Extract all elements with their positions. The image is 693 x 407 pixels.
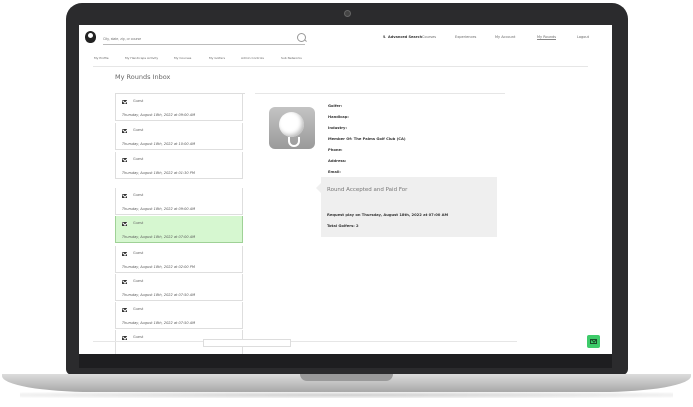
round-status-title: Round Accepted and Paid For <box>327 187 408 193</box>
golf-logo-icon[interactable] <box>85 31 96 43</box>
item-date: Thursday, August 18th, 2022 at 07:50 AM <box>122 293 196 297</box>
divider <box>255 93 505 94</box>
laptop-bezel <box>79 354 612 368</box>
item-date: Thursday, August 18th, 2022 at 09:00 AM <box>122 207 196 211</box>
item-from: Guest <box>133 128 144 132</box>
handicap-field: Handicap: <box>328 115 349 119</box>
subnav-sub-networks[interactable]: Sub Networks <box>281 56 302 60</box>
subnav-my-courses[interactable]: My Courses <box>174 56 191 60</box>
golfer-field: Golfer: <box>328 104 343 108</box>
envelope-icon <box>122 158 127 162</box>
divider <box>93 341 517 342</box>
laptop-notch <box>300 374 393 381</box>
round-status-panel: Round Accepted and Paid For Request play… <box>316 177 497 237</box>
envelope-icon <box>122 280 127 284</box>
envelope-icon <box>122 100 127 104</box>
inbox-item[interactable]: Guest Thursday, August 18th, 2022 at 01:… <box>115 152 243 179</box>
inbox-item[interactable]: Guest Thursday, August 18th, 2022 at 09:… <box>115 188 243 215</box>
inbox-item-selected[interactable]: Guest Thursday, August 18th, 2022 at 07:… <box>115 216 243 243</box>
rounds-inbox-list[interactable]: Guest Thursday, August 18th, 2022 at 09:… <box>115 93 245 354</box>
email-field: Email: <box>328 170 341 174</box>
golf-ball-icon <box>279 112 304 137</box>
tee-icon <box>288 137 300 147</box>
inbox-item[interactable]: Guest Thursday, August 18th, 2022 at 02:… <box>115 246 243 273</box>
filter-icon: ⇅ <box>383 35 386 39</box>
divider <box>93 66 588 67</box>
phone-field: Phone: <box>328 148 343 152</box>
item-from: Guest <box>133 279 144 283</box>
nav-my-account[interactable]: My Account <box>495 35 515 39</box>
subnav-my-profile[interactable]: My Profile <box>94 56 109 60</box>
item-date: Thursday, August 18th, 2022 at 10:00 AM <box>122 142 196 146</box>
item-from: Guest <box>133 157 144 161</box>
nav-logout[interactable]: Logout <box>577 35 589 39</box>
envelope-icon <box>122 336 127 340</box>
dropdown-popup[interactable] <box>203 339 291 347</box>
envelope-icon <box>122 194 127 198</box>
item-date: Thursday, August 18th, 2022 at 07:00 AM <box>122 235 196 239</box>
item-from: Guest <box>133 221 144 225</box>
member-of-field: Member Of: The Palms Golf Club (CA) <box>328 137 406 141</box>
search-bar <box>103 33 306 45</box>
message-button[interactable] <box>587 335 600 348</box>
inbox-item[interactable]: Guest Thursday, August 18th, 2022 at 07:… <box>115 302 243 329</box>
inbox-item[interactable]: Guest Thursday, August 18th, 2022 at 07:… <box>115 274 243 301</box>
industry-field: Industry: <box>328 126 347 130</box>
envelope-icon <box>122 252 127 256</box>
laptop-shadow <box>20 392 673 398</box>
item-date: Thursday, August 18th, 2022 at 09:00 AM <box>122 113 196 117</box>
nav-courses[interactable]: Courses <box>422 35 436 39</box>
subnav-handicaps[interactable]: My Handicaps Activity <box>125 56 158 60</box>
item-from: Guest <box>133 251 144 255</box>
item-date: Thursday, August 18th, 2022 at 01:30 PM <box>122 171 195 175</box>
address-field: Address: <box>328 159 347 163</box>
item-from: Guest <box>133 307 144 311</box>
envelope-icon <box>122 129 127 133</box>
request-play-text: Request play on Thursday, August 18th, 2… <box>327 213 449 217</box>
search-icon[interactable] <box>297 33 306 42</box>
camera-icon <box>344 10 351 17</box>
subnav-my-golfers[interactable]: My Golfers <box>209 56 225 60</box>
golf-ball-avatar-icon <box>269 107 315 149</box>
subnav-admin-controls[interactable]: Admin Controls <box>241 56 264 60</box>
advanced-search-link[interactable]: ⇅ Advanced Search <box>383 35 422 39</box>
total-golfers-text: Total Golfers: 2 <box>327 224 359 228</box>
item-from: Guest <box>133 193 144 197</box>
item-date: Thursday, August 18th, 2022 at 07:50 AM <box>122 321 196 325</box>
envelope-icon <box>590 339 597 344</box>
search-input[interactable] <box>103 34 283 43</box>
item-from: Guest <box>133 99 144 103</box>
browser-screen: ⇅Advanced Search Courses Experiences My … <box>79 25 612 354</box>
nav-experiences[interactable]: Experiences <box>455 35 476 39</box>
item-date: Thursday, August 18th, 2022 at 02:00 PM <box>122 265 195 269</box>
envelope-icon <box>122 222 127 226</box>
item-from: Guest <box>133 335 144 339</box>
envelope-icon <box>122 308 127 312</box>
advanced-search-label: Advanced Search <box>388 35 423 39</box>
inbox-item[interactable]: Guest Thursday, August 18th, 2022 at 09:… <box>115 94 243 121</box>
sub-navigation: My Profile My Handicaps Activity My Cour… <box>79 55 612 63</box>
top-header: ⇅Advanced Search Courses Experiences My … <box>79 25 612 51</box>
inbox-item[interactable]: Guest Thursday, August 18th, 2022 at 10:… <box>115 123 243 150</box>
page-title: My Rounds Inbox <box>115 73 171 81</box>
nav-my-rounds[interactable]: My Rounds <box>537 35 557 40</box>
